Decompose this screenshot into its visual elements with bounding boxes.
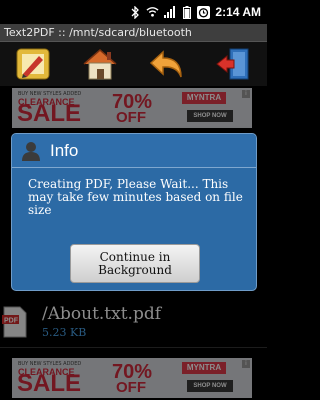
home-button[interactable] <box>78 44 122 84</box>
file-size: 5.23 KB <box>42 326 87 339</box>
bluetooth-icon <box>129 5 142 19</box>
app-title: Text2PDF :: /mnt/sdcard/bluetooth <box>4 26 192 39</box>
ad-banner[interactable]: BUY NEW STYLES ADDED CLEARANCE SALE 70% … <box>12 88 252 128</box>
edit-tool-button[interactable] <box>11 44 55 84</box>
ad-off-text: OFF <box>116 109 146 126</box>
file-name: /About.txt.pdf <box>42 304 162 324</box>
alarm-clock-icon <box>197 5 211 19</box>
toolbar <box>0 42 267 86</box>
ad-sale-text: SALE <box>17 100 82 127</box>
ad-info-icon[interactable]: i <box>242 90 250 98</box>
ad-off-text: OFF <box>116 379 146 396</box>
home-icon <box>83 49 117 80</box>
clock-time: 2:14 AM <box>215 5 261 19</box>
dialog-message: Creating PDF, Please Wait... This may ta… <box>28 177 243 217</box>
ad-banner-bottom[interactable]: BUY NEW STYLES ADDED CLEARANCE SALE 70% … <box>12 358 252 398</box>
ad-info-icon[interactable]: i <box>242 360 250 368</box>
wifi-icon <box>146 5 159 19</box>
person-icon <box>22 141 40 161</box>
dialog-header: Info <box>12 134 256 168</box>
info-dialog: Info Creating PDF, Please Wait... This m… <box>11 133 257 291</box>
edit-tool-icon <box>16 48 50 80</box>
ad-brand: MYNTRA <box>182 362 226 374</box>
exit-door-icon <box>215 48 249 80</box>
exit-button[interactable] <box>212 44 256 84</box>
ad-cta-button[interactable]: SHOP NOW <box>187 380 233 392</box>
continue-in-background-button[interactable]: Continue in Background <box>70 244 200 283</box>
status-bar: 2:14 AM <box>0 0 267 24</box>
signal-icon <box>163 5 176 19</box>
back-button[interactable] <box>145 44 189 84</box>
battery-icon <box>180 5 193 19</box>
dialog-title: Info <box>50 140 79 160</box>
list-item[interactable]: PDF /About.txt.pdf 5.23 KB <box>0 300 267 348</box>
svg-text:PDF: PDF <box>4 318 19 325</box>
app-title-bar: Text2PDF :: /mnt/sdcard/bluetooth <box>0 24 267 42</box>
pdf-file-icon: PDF <box>2 306 27 338</box>
ad-cta-button[interactable]: SHOP NOW <box>187 110 233 122</box>
back-arrow-icon <box>149 50 182 78</box>
ad-brand: MYNTRA <box>182 92 226 104</box>
ad-sale-text: SALE <box>17 370 82 397</box>
